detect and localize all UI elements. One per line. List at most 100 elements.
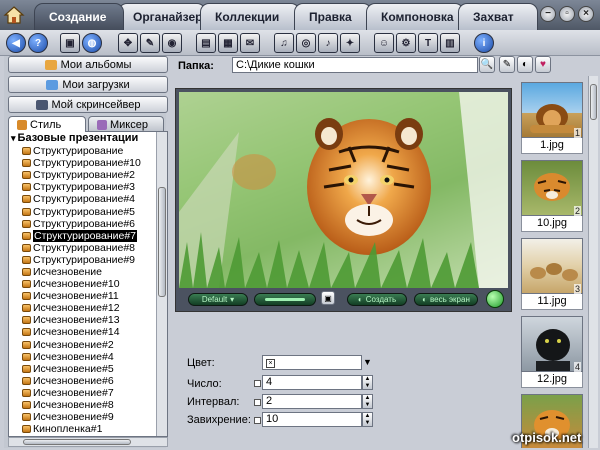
back-icon[interactable]: ◀ <box>6 33 26 53</box>
interval-field[interactable]: 2 <box>262 394 362 409</box>
swirl-field[interactable]: 10 <box>262 412 362 427</box>
my-screensaver-button[interactable]: Мой скринсейвер <box>8 96 168 113</box>
list-group-header[interactable]: ▾ Базовые презентации <box>9 132 167 145</box>
swirl-label: Завихрение: <box>187 414 251 426</box>
list-item[interactable]: Структурирование <box>9 145 167 157</box>
presentation-icon <box>22 352 31 361</box>
list-item[interactable]: Структурирование#3 <box>9 181 167 193</box>
note-icon[interactable]: ✉ <box>240 33 260 53</box>
folder-label: Папка: <box>178 60 214 72</box>
presentation-icon <box>22 292 31 301</box>
image-icon[interactable]: ▦ <box>218 33 238 53</box>
folder-path-field[interactable]: C:\Дикие кошки <box>232 57 478 73</box>
tab-mixer[interactable]: Миксер <box>88 116 164 132</box>
list-item[interactable]: Исчезновение#14 <box>9 326 167 338</box>
list-horizontal-thumb[interactable] <box>23 439 131 445</box>
favorite-icon[interactable]: ♥ <box>535 56 551 73</box>
list-item[interactable]: Исчезновение#6 <box>9 375 167 387</box>
create-button[interactable]: ◐ Создать <box>347 293 407 306</box>
camera-icon[interactable]: ◉ <box>162 33 182 53</box>
scan-icon[interactable]: ▤ <box>196 33 216 53</box>
list-item[interactable]: Исчезновение#13 <box>9 314 167 326</box>
tab-capture[interactable]: Захват <box>458 3 538 30</box>
globe-icon[interactable]: ◍ <box>82 33 102 53</box>
list-horizontal-scrollbar[interactable] <box>8 437 168 447</box>
thumbnail-1[interactable]: 1 1.jpg <box>521 82 583 156</box>
count-stepper[interactable]: ▲ ▼ <box>362 375 373 390</box>
photo-icon[interactable]: ▣ <box>60 33 80 53</box>
monitor-preview-icon[interactable]: ▣ <box>321 291 335 305</box>
cd-icon[interactable]: ◎ <box>296 33 316 53</box>
interval-stepper[interactable]: ▲ ▼ <box>362 394 373 409</box>
tools-icon[interactable]: ✎ <box>140 33 160 53</box>
color-select[interactable]: × <box>262 355 362 370</box>
list-item[interactable]: Структурирование#6 <box>9 218 167 230</box>
list-item-label: Структурирование#8 <box>33 241 136 254</box>
list-item[interactable]: Исчезновение#8 <box>9 399 167 411</box>
my-albums-button[interactable]: Мои альбомы <box>8 56 168 73</box>
pencil-icon[interactable]: ✎ <box>499 56 515 73</box>
tab-collections[interactable]: Коллекции <box>200 3 300 30</box>
tab-style[interactable]: Стиль <box>8 116 86 132</box>
list-item[interactable]: Исчезновение#9 <box>9 411 167 423</box>
list-item[interactable]: Исчезновение#4 <box>9 351 167 363</box>
list-item[interactable]: Исчезновение#2 <box>9 339 167 351</box>
help-icon[interactable]: ? <box>28 33 48 53</box>
browse-folder-icon[interactable]: 🔍 <box>479 56 495 73</box>
list-item[interactable]: Исчезновение#5 <box>9 363 167 375</box>
list-item[interactable]: Структурирование#8 <box>9 242 167 254</box>
color-dropdown-arrow-icon[interactable]: ▼ <box>362 355 373 369</box>
list-item[interactable]: Структурирование#2 <box>9 169 167 181</box>
tab-layout[interactable]: Компоновка <box>366 3 464 30</box>
list-item-label: Исчезновение#10 <box>33 278 120 291</box>
default-dropdown[interactable]: Default ▾ <box>188 293 248 306</box>
thumbnail-2[interactable]: 2 10.jpg <box>521 160 583 234</box>
list-item[interactable]: Исчезновение <box>9 266 167 278</box>
play-button[interactable] <box>486 290 504 308</box>
list-item[interactable]: Исчезновение#11 <box>9 290 167 302</box>
count-field[interactable]: 4 <box>262 375 362 390</box>
thumbnail-scroll-thumb[interactable] <box>590 84 597 120</box>
list-item-label: Структурирование#10 <box>33 157 141 170</box>
group-title: Базовые презентации <box>17 132 139 144</box>
tab-create[interactable]: Создание <box>34 3 124 30</box>
thumbnail-3[interactable]: 3 11.jpg <box>521 238 583 312</box>
user-icon[interactable]: ☺ <box>374 33 394 53</box>
list-scroll-thumb[interactable] <box>158 187 166 297</box>
thumbnail-filename: 1.jpg <box>521 138 583 154</box>
settings-icon[interactable]: ⚙ <box>396 33 416 53</box>
move-icon[interactable]: ✥ <box>118 33 138 53</box>
my-downloads-button[interactable]: Мои загрузки <box>8 76 168 93</box>
close-icon[interactable]: × <box>578 6 594 22</box>
audio-icon[interactable]: ♪ <box>318 33 338 53</box>
text-icon[interactable]: T <box>418 33 438 53</box>
minimize-icon[interactable]: − <box>540 6 556 22</box>
list-scrollbar[interactable] <box>156 132 167 436</box>
music-icon[interactable]: ♫ <box>274 33 294 53</box>
list-item[interactable]: Структурирование#7 <box>9 229 167 242</box>
style-list[interactable]: ▾ Базовые презентации Структурирование Ст… <box>8 131 168 437</box>
list-item[interactable]: Структурирование#10 <box>9 157 167 169</box>
list-item[interactable]: Структурирование#9 <box>9 254 167 266</box>
home-icon[interactable] <box>2 3 26 27</box>
presentation-icon <box>22 364 31 373</box>
volume-slider[interactable] <box>254 293 316 306</box>
list-item[interactable]: Исчезновение#7 <box>9 387 167 399</box>
fullscreen-button[interactable]: ◐ весь экран <box>414 293 478 306</box>
tab-edit[interactable]: Правка <box>294 3 372 30</box>
collapse-icon[interactable]: ▾ <box>11 132 16 145</box>
list-item[interactable]: Структурирование#4 <box>9 193 167 205</box>
info-icon[interactable]: i <box>474 33 494 53</box>
palette-icon[interactable]: ◐ <box>517 56 533 73</box>
list-item[interactable]: Исчезновение#10 <box>9 278 167 290</box>
swirl-stepper[interactable]: ▲ ▼ <box>362 412 373 427</box>
thumbnail-scrollbar[interactable] <box>588 76 598 448</box>
effects-icon[interactable]: ✦ <box>340 33 360 53</box>
list-item[interactable]: Исчезновение#12 <box>9 302 167 314</box>
film-icon[interactable]: ▥ <box>440 33 460 53</box>
thumbnail-4[interactable]: 4 12.jpg <box>521 316 583 390</box>
tab-organizer[interactable]: Органайзер <box>118 3 206 30</box>
restore-icon[interactable]: ▫ <box>559 6 575 22</box>
list-item[interactable]: Структурирование#5 <box>9 205 167 218</box>
list-item[interactable]: Кинопленка#1 <box>9 423 167 435</box>
